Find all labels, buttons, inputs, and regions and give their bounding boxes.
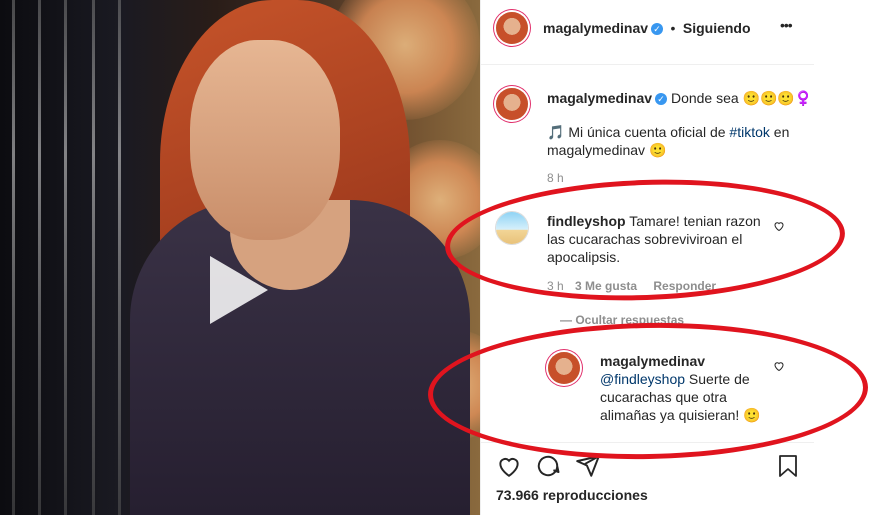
caption-avatar[interactable]	[496, 88, 528, 120]
caption-block: magalymedinav ✓ Donde sea 🙂🙂🙂‍♀️ 🎵 Mi úni…	[547, 89, 812, 185]
comment-icon[interactable]	[535, 453, 561, 479]
save-bookmark-icon[interactable]	[776, 453, 800, 479]
header-separator: •	[670, 20, 676, 36]
author-username[interactable]: magalymedinav	[543, 20, 648, 36]
video-subject	[120, 0, 480, 515]
caption-text: Donde sea 🙂🙂🙂‍♀️	[670, 90, 813, 106]
caption-username[interactable]: magalymedinav	[547, 90, 652, 106]
verified-badge-icon: ✓	[651, 22, 664, 35]
hashtag-link[interactable]: #tiktok	[729, 124, 769, 140]
light-stripe	[38, 0, 41, 515]
light-stripe	[12, 0, 15, 515]
subject-face	[190, 40, 340, 240]
light-stripe	[64, 0, 67, 515]
light-stripe	[92, 0, 95, 515]
view-count[interactable]: 73.966 reproducciones	[496, 486, 648, 504]
caption-line2-suffix: en	[769, 124, 790, 140]
play-icon[interactable]	[210, 256, 268, 324]
video-player[interactable]	[0, 0, 480, 515]
header-divider	[480, 64, 814, 65]
like-icon[interactable]	[496, 453, 522, 479]
follow-status-button[interactable]: Siguiendo	[683, 20, 751, 36]
more-options-icon[interactable]: •••	[780, 17, 793, 33]
caption-line2-prefix: 🎵 Mi única cuenta oficial de	[547, 124, 730, 140]
caption-line3: magalymedinav 🙂	[547, 142, 667, 158]
verified-badge-icon: ✓	[655, 93, 668, 106]
author-avatar[interactable]	[496, 12, 528, 44]
post-header: magalymedinav ✓ • Siguiendo	[543, 19, 751, 38]
